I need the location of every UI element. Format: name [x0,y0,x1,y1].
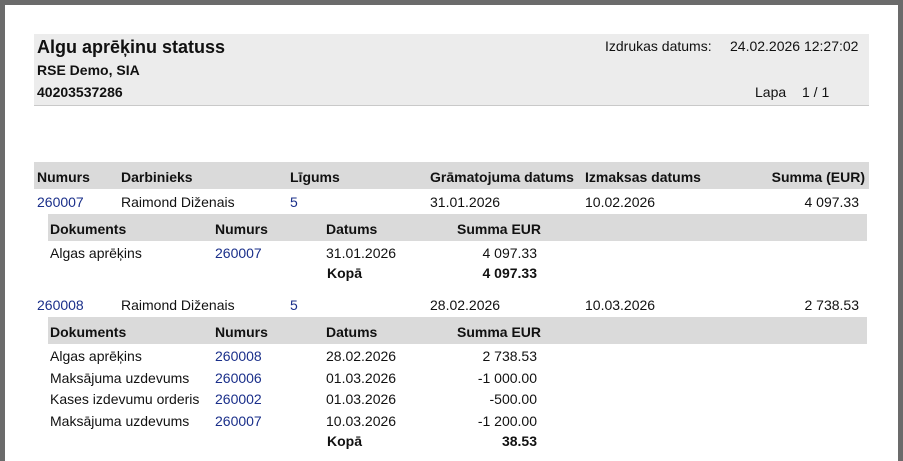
col-numurs: Numurs [37,169,90,185]
subcol-numurs: Numurs [215,221,268,237]
page-label: Lapa [755,84,787,100]
total-label: Kopā [327,433,362,449]
col-ligums: Līgums [290,169,340,185]
document-datums: 28.02.2026 [326,348,397,364]
record-ligums-link[interactable]: 5 [290,297,298,313]
record-darbinieks: Raimond Diženais [121,194,235,210]
subcol-summa: Summa EUR [457,324,542,340]
record-summa: 4 097.33 [804,194,860,210]
document-summa: -500.00 [489,391,537,407]
document-name: Kases izdevumu orderis [50,391,200,407]
record-gramatojuma-datums: 28.02.2026 [430,297,501,313]
document-summa: 4 097.33 [482,245,538,261]
subcol-datums: Datums [326,324,378,340]
document-datums: 10.03.2026 [326,413,397,429]
document-numurs-link[interactable]: 260006 [215,370,262,386]
subcol-dokuments: Dokuments [50,221,127,237]
record-darbinieks: Raimond Diženais [121,297,235,313]
document-summa: -1 200.00 [477,413,537,429]
record-gramatojuma-datums: 31.01.2026 [430,194,501,210]
col-darbinieks: Darbinieks [121,169,193,185]
total-label: Kopā [327,265,362,281]
subcol-dokuments: Dokuments [50,324,127,340]
registration-number: 40203537286 [37,84,123,100]
subcol-numurs: Numurs [215,324,268,340]
record-ligums-link[interactable]: 5 [290,194,298,210]
document-numurs-link[interactable]: 260002 [215,391,262,407]
print-date-label: Izdrukas datums: [605,38,712,54]
document-numurs-link[interactable]: 260008 [215,348,262,364]
document-summa: -1 000.00 [477,370,537,386]
document-numurs-link[interactable]: 260007 [215,413,262,429]
subcol-datums: Datums [326,221,378,237]
document-datums: 01.03.2026 [326,391,397,407]
company-name: RSE Demo, SIA [37,62,140,78]
subcol-summa: Summa EUR [457,221,542,237]
record-izmaksas-datums: 10.03.2026 [585,297,656,313]
document-numurs-link[interactable]: 260007 [215,245,262,261]
record-numurs-link[interactable]: 260008 [37,297,84,313]
report-page: Algu aprēķinu statuss RSE Demo, SIA 4020… [5,5,898,461]
print-date-value: 24.02.2026 12:27:02 [730,38,859,54]
document-name: Algas aprēķins [50,348,142,364]
record-summa: 2 738.53 [804,297,860,313]
document-name: Maksājuma uzdevums [50,413,190,429]
col-izmaksas-datums: Izmaksas datums [585,169,701,185]
report-title: Algu aprēķinu statuss [37,37,226,57]
total-value: 38.53 [501,433,537,449]
page-number: 1 / 1 [802,84,830,100]
record-numurs-link[interactable]: 260007 [37,194,84,210]
document-name: Algas aprēķins [50,245,142,261]
document-datums: 31.01.2026 [326,245,397,261]
document-summa: 2 738.53 [482,348,538,364]
col-gramatojuma-datums: Grāmatojuma datums [430,169,574,185]
record-izmaksas-datums: 10.02.2026 [585,194,656,210]
document-name: Maksājuma uzdevums [50,370,190,386]
document-datums: 01.03.2026 [326,370,397,386]
col-summa: Summa (EUR) [771,169,865,185]
total-value: 4 097.33 [482,265,538,281]
